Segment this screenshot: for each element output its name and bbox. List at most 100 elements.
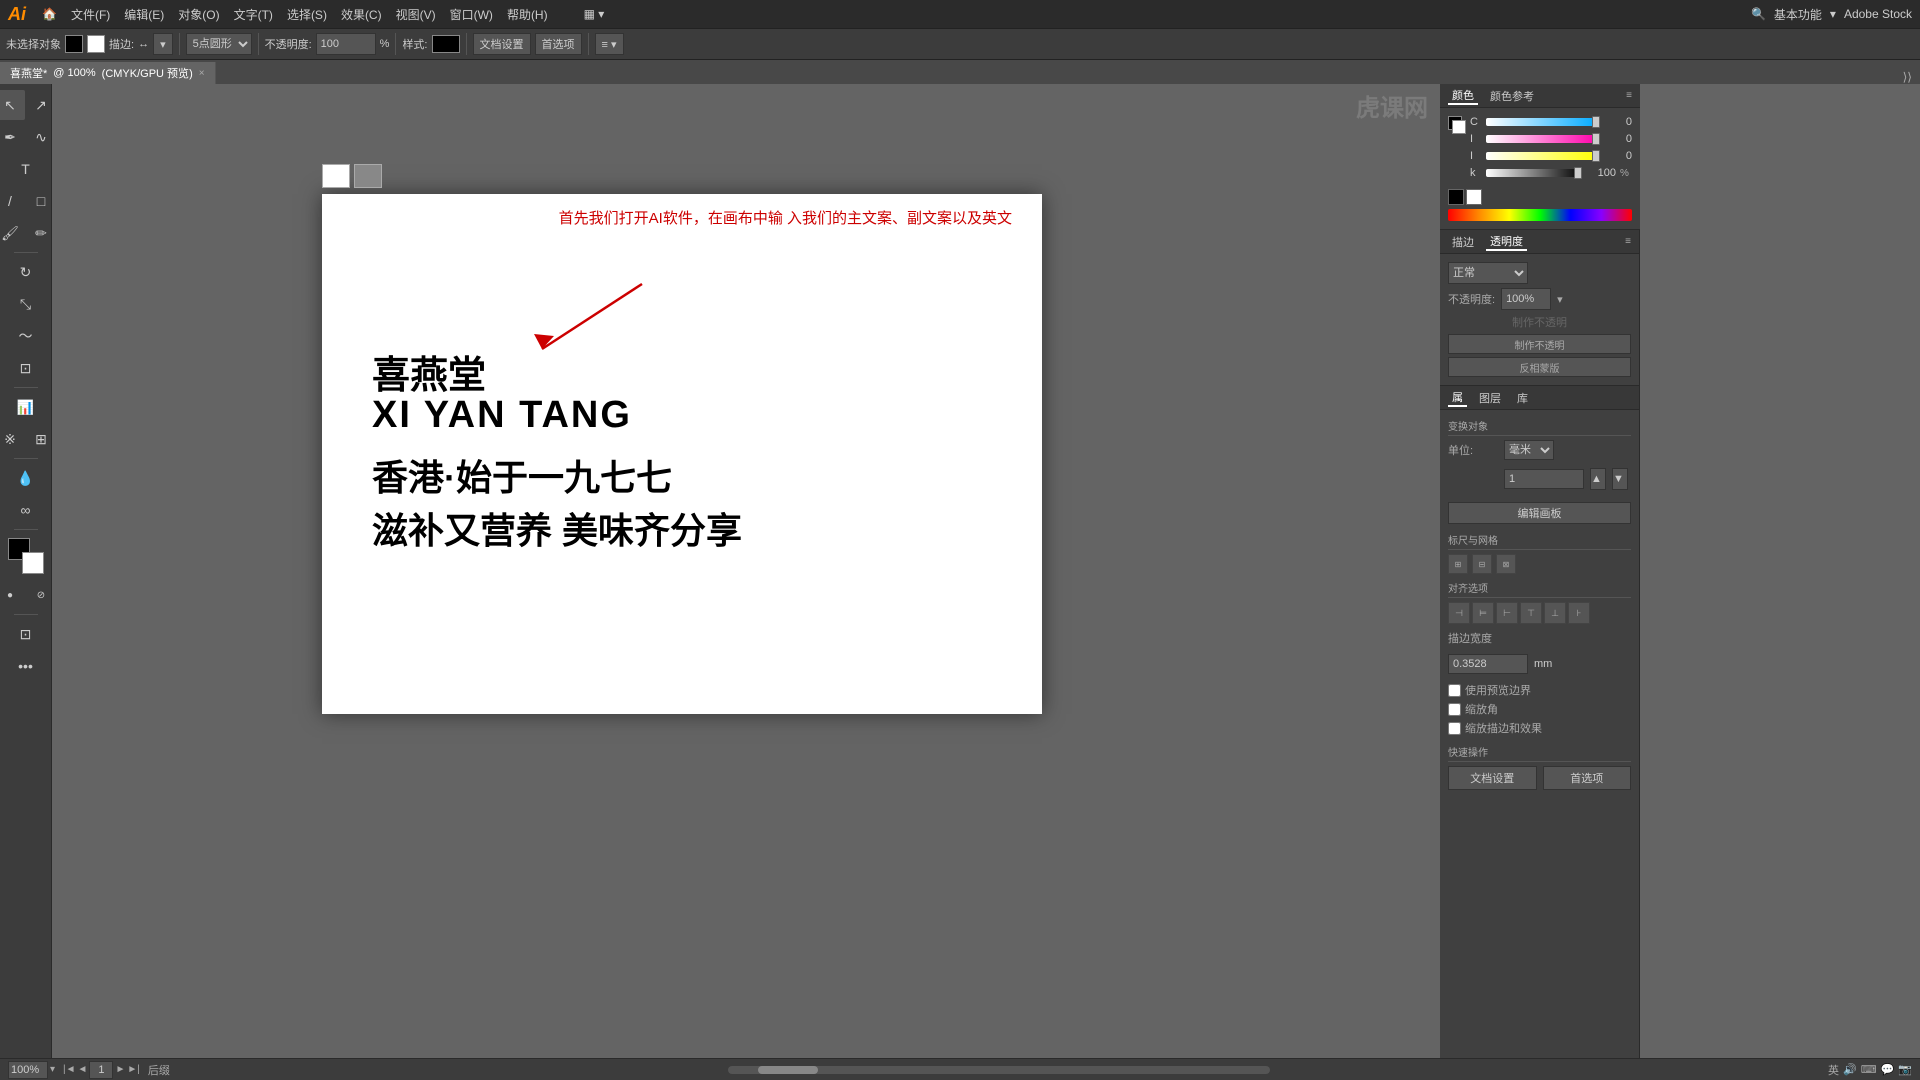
stroke-val-input[interactable] [1448,654,1528,674]
zoom-input[interactable] [8,1061,48,1079]
grid-icon-3[interactable]: ⊠ [1496,554,1516,574]
free-transform-tool[interactable]: ⊡ [11,353,41,383]
edit-artboard-btn[interactable]: 编辑画板 [1448,502,1631,524]
invert-mask-btn[interactable]: 反相蒙版 [1448,357,1631,377]
menu-edit[interactable]: 编辑(E) [118,4,170,25]
transparency-tab[interactable]: 透明度 [1486,233,1527,251]
panels-collapse-btn[interactable]: ⟩⟩ [1895,70,1920,84]
white-swatch[interactable] [1466,189,1482,205]
width-stepper-up[interactable]: ▲ [1590,468,1606,490]
props-tab[interactable]: 属 [1448,389,1467,407]
rotate-tool[interactable]: ↻ [11,257,41,287]
libs-tab[interactable]: 库 [1513,390,1532,406]
stroke-width-dropdown[interactable]: ▾ [153,33,173,55]
sys-icon-3: 💬 [1881,1063,1895,1076]
points-select[interactable]: 5点圆形 [186,33,252,55]
color-panel-header[interactable]: 颜色 颜色参考 ≡ [1440,84,1640,108]
qa-doc-settings-btn[interactable]: 文档设置 [1448,766,1537,790]
preferences-btn[interactable]: 首选项 [535,33,582,55]
m-value: 0 [1602,133,1632,145]
toolbar-fill-swatch[interactable] [65,35,83,53]
screen-mode-btn[interactable]: ⊡ [11,619,41,649]
next-page-btn[interactable]: ► [115,1064,125,1075]
menu-view[interactable]: 视图(V) [390,4,442,25]
page-input[interactable] [89,1061,113,1079]
scroll-thumb[interactable] [758,1066,818,1074]
arrange-btn[interactable]: ≡ ▾ [595,33,624,55]
swatch-white[interactable] [322,164,350,188]
layers-tab[interactable]: 图层 [1475,390,1505,406]
width-input[interactable] [1504,469,1584,489]
menu-effect[interactable]: 效果(C) [335,4,388,25]
y-slider[interactable] [1486,152,1598,160]
scale-strokes-check[interactable] [1448,722,1461,735]
color-tab[interactable]: 颜色 [1448,87,1478,105]
blend-mode-select[interactable]: 正常 [1448,262,1528,284]
workspace-dropdown[interactable]: ▾ [1830,7,1836,21]
opacity-input[interactable] [316,33,376,55]
align-center-h[interactable]: ⊨ [1472,602,1494,624]
warp-tool[interactable]: 〜 [11,321,41,351]
first-page-btn[interactable]: |◄ [63,1064,76,1075]
more-tools-btn[interactable]: ••• [11,651,41,681]
last-page-btn[interactable]: ►| [127,1064,140,1075]
menu-window[interactable]: 窗口(W) [444,4,499,25]
opacity-trans-chevron[interactable]: ▾ [1557,293,1563,306]
chart-tool[interactable]: 📊 [11,392,41,422]
pen-tool[interactable]: ✒ [0,122,25,152]
color-mode-btn[interactable]: ● [0,580,25,610]
zoom-dropdown[interactable]: ▾ [50,1064,55,1075]
selection-tool[interactable]: ↖ [0,90,25,120]
paintbrush-tool[interactable]: 🖌 [0,218,25,248]
symbol-tool[interactable]: ※ [0,424,25,454]
prev-page-btn[interactable]: ◄ [78,1064,88,1075]
grid-icon-2[interactable]: ⊟ [1472,554,1492,574]
swatch-gray[interactable] [354,164,382,188]
line-tool[interactable]: / [0,186,25,216]
k-slider[interactable] [1486,169,1582,177]
trans-panel-collapse[interactable]: ≡ [1625,236,1631,247]
color-panel-collapse[interactable]: ≡ [1626,90,1632,101]
menu-layout-icon[interactable]: ▦ ▾ [578,5,611,23]
align-bottom[interactable]: ⊦ [1568,602,1590,624]
text-tool[interactable]: T [11,154,41,184]
stroke-tab[interactable]: 描边 [1448,234,1478,250]
blend-tool[interactable]: ∞ [11,495,41,525]
toolbar-stroke-swatch[interactable] [87,35,105,53]
scale-corners-check[interactable] [1448,703,1461,716]
system-tray: 英 🔊 ⌨ 💬 📷 [1828,1062,1912,1078]
tab-close-btn[interactable]: × [199,68,205,79]
menu-text[interactable]: 文字(T) [228,4,279,25]
grid-icon-1[interactable]: ⊞ [1448,554,1468,574]
align-left[interactable]: ⊣ [1448,602,1470,624]
m-slider[interactable] [1486,135,1598,143]
align-top[interactable]: ⊤ [1520,602,1542,624]
align-center-v[interactable]: ⊥ [1544,602,1566,624]
qa-preferences-btn[interactable]: 首选项 [1543,766,1632,790]
horizontal-scrollbar[interactable] [728,1066,1270,1074]
document-tab[interactable]: 喜燕堂* @ 100% (CMYK/GPU 预览) × [0,62,216,84]
fg-color-box[interactable] [1448,116,1466,134]
color-gradient-bar[interactable] [1448,209,1632,221]
black-swatch[interactable] [1448,189,1464,205]
menu-select[interactable]: 选择(S) [281,4,333,25]
width-stepper-down[interactable]: ▼ [1612,468,1628,490]
make-opacity-btn[interactable]: 制作不透明 [1448,334,1631,354]
preview-bounds-check[interactable] [1448,684,1461,697]
c-slider[interactable] [1486,118,1598,126]
stroke-panel-header[interactable]: 描边 透明度 ≡ [1440,230,1639,254]
doc-settings-btn[interactable]: 文档设置 [473,33,531,55]
opacity-trans-input[interactable] [1501,288,1551,310]
style-swatch[interactable] [432,35,460,53]
menu-home[interactable]: 🏠 [36,5,63,23]
eyedropper-tool[interactable]: 💧 [11,463,41,493]
menu-object[interactable]: 对象(O) [172,4,225,25]
unit-select[interactable]: 毫米 [1504,440,1554,460]
search-icon[interactable]: 🔍 [1751,7,1766,21]
menu-file[interactable]: 文件(F) [65,4,116,25]
scale-tool[interactable]: ⤡ [11,289,41,319]
align-right[interactable]: ⊢ [1496,602,1518,624]
color-ref-tab[interactable]: 颜色参考 [1486,88,1538,104]
menu-help[interactable]: 帮助(H) [501,4,554,25]
background-color[interactable] [22,552,44,574]
